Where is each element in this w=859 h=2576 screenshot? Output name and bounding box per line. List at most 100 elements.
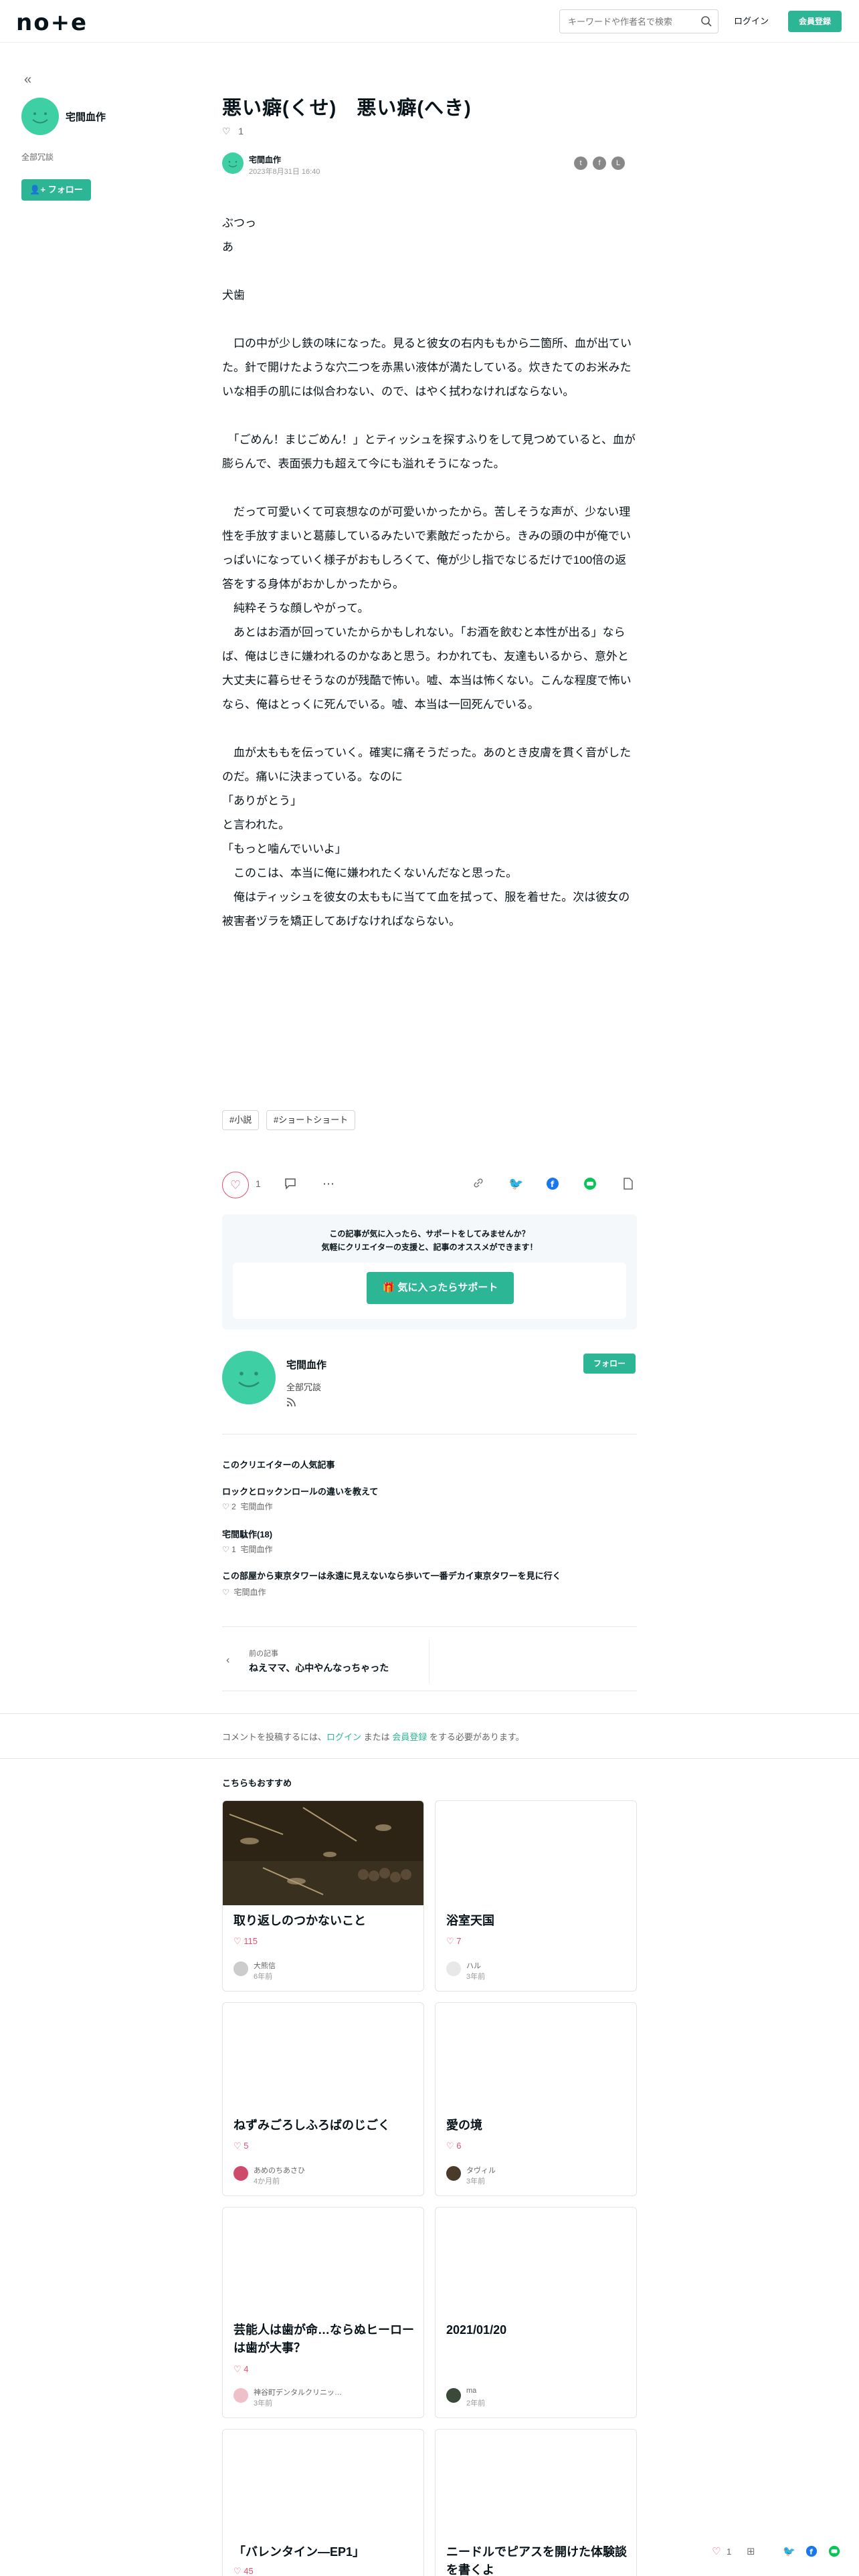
heart-icon: ♡ bbox=[222, 126, 231, 136]
card-likes: ♡ 115 bbox=[233, 1936, 258, 1947]
author-avatar[interactable] bbox=[222, 152, 244, 174]
card-thumbnail bbox=[223, 1801, 423, 1905]
article-author[interactable]: 宅間血作 bbox=[233, 1588, 266, 1597]
popular-article-title[interactable]: この部屋から東京タワーは永遠に見えないなら歩いて一番デカイ東京タワーを見に行く bbox=[222, 1569, 561, 1582]
card-author[interactable]: ハル bbox=[466, 1960, 481, 1971]
card-title: 「バレンタイン―EP1」 bbox=[233, 2545, 365, 2559]
card-author[interactable]: ma bbox=[466, 2387, 476, 2395]
heart-icon: ♡ bbox=[446, 1936, 454, 1946]
body-paragraph: あとはお酒が回っていたからかもしれない。「お酒を飲むと本性が出る」ならば、俺はじ… bbox=[222, 626, 632, 711]
like-count: 115 bbox=[244, 1936, 258, 1946]
article-author[interactable]: 宅間血作 bbox=[240, 1545, 272, 1554]
card-likes: ♡ 6 bbox=[446, 2141, 462, 2151]
article-author[interactable]: 宅間血作 bbox=[240, 1502, 272, 1511]
creator-avatar[interactable] bbox=[222, 1351, 276, 1404]
avatar[interactable] bbox=[21, 98, 59, 135]
collapse-sidebar-icon[interactable]: « bbox=[24, 72, 31, 88]
previous-title: ねえママ、心中やんなっちゃった bbox=[249, 1662, 389, 1673]
search-icon[interactable] bbox=[700, 15, 712, 29]
hashtag[interactable]: #小説 bbox=[222, 1110, 260, 1130]
body-paragraph bbox=[222, 259, 637, 284]
sidebar-follow-button[interactable]: 👤+ フォロー bbox=[21, 179, 91, 201]
recommend-card[interactable]: 取り返しのつかないこと ♡ 115 大熊信 6年前 bbox=[222, 1800, 424, 1992]
previous-article-link[interactable]: ‹ 前の記事 ねえママ、心中やんなっちゃった bbox=[222, 1640, 430, 1684]
heart-icon[interactable]: ♡ bbox=[712, 2545, 721, 2557]
sidebar-creator-name[interactable]: 宅間血作 bbox=[66, 110, 106, 124]
comment-login-link[interactable]: ログイン bbox=[326, 1732, 361, 1742]
card-likes: ♡ 4 bbox=[233, 2364, 249, 2375]
line-icon[interactable]: L bbox=[611, 156, 625, 170]
facebook-icon[interactable]: f bbox=[805, 2545, 818, 2560]
comment-icon[interactable] bbox=[284, 1177, 297, 1194]
line-icon[interactable] bbox=[828, 2545, 840, 2560]
creator-name[interactable]: 宅間血作 bbox=[286, 1358, 326, 1372]
comment-mid: または bbox=[361, 1732, 393, 1742]
like-count: 45 bbox=[244, 2566, 254, 2576]
svg-text:f: f bbox=[809, 2548, 813, 2557]
recommend-card[interactable]: 2021/01/20 ma 2年前 bbox=[435, 2207, 637, 2418]
card-author[interactable]: 大熊信 bbox=[254, 1960, 276, 1971]
popular-article-title[interactable]: ロックとロックンロールの違いを教えて bbox=[222, 1485, 378, 1497]
magazine-icon[interactable]: ⊞ bbox=[747, 2545, 755, 2557]
twitter-icon[interactable]: t bbox=[574, 156, 587, 170]
like-button[interactable]: ♡ bbox=[222, 1172, 249, 1198]
facebook-icon[interactable]: f bbox=[546, 1177, 559, 1194]
top-like-counter[interactable]: ♡ 1 bbox=[222, 126, 244, 137]
recommend-card[interactable]: 「バレンタイン―EP1」 ♡ 45 bbox=[222, 2429, 424, 2576]
card-date: 3年前 bbox=[466, 2177, 486, 2185]
facebook-icon[interactable]: f bbox=[593, 156, 606, 170]
sidebar-creator-bio: 全部冗談 bbox=[21, 152, 54, 162]
comment-pre: コメントを投稿するには、 bbox=[222, 1732, 327, 1742]
card-date: 6年前 bbox=[254, 1973, 273, 1981]
support-subtext: 気軽にクリエイターの支援と、記事のオススメができます！ bbox=[321, 1243, 538, 1252]
recommend-card[interactable]: ねずみごろしふろばのじごく ♡ 5 あめのちあさひ 4か月前 bbox=[222, 2002, 424, 2196]
search-input[interactable] bbox=[560, 10, 694, 33]
more-options-icon[interactable]: ⋯ bbox=[322, 1177, 335, 1191]
publish-date: 2023年8月31日 16:40 bbox=[249, 168, 320, 176]
search-box[interactable] bbox=[559, 9, 719, 33]
recommend-card[interactable]: 愛の境 ♡ 6 タヴィル 3年前 bbox=[435, 2002, 637, 2196]
popular-article-meta: ♡ 2 宅間血作 bbox=[222, 1501, 272, 1512]
card-author[interactable]: あめのちあさひ bbox=[254, 2165, 305, 2175]
like-count: 6 bbox=[456, 2141, 462, 2151]
like-count: 1 bbox=[238, 126, 244, 136]
support-text: この記事が気に入ったら、サポートをしてみませんか？ bbox=[329, 1229, 530, 1239]
signup-button[interactable]: 会員登録 bbox=[788, 11, 842, 32]
embed-icon[interactable] bbox=[622, 1177, 634, 1194]
recommend-card[interactable]: 浴室天国 ♡ 7 ハル 3年前 bbox=[435, 1800, 637, 1992]
body-paragraph: ぶつっ bbox=[222, 217, 256, 229]
line-icon[interactable] bbox=[583, 1177, 597, 1194]
heart-icon: ♡ bbox=[446, 2141, 454, 2151]
like-count: 5 bbox=[244, 2141, 249, 2151]
popular-article-title[interactable]: 宅間駄作(18) bbox=[222, 1527, 272, 1540]
card-likes: ♡ 45 bbox=[233, 2566, 254, 2576]
comment-signup-link[interactable]: 会員登録 bbox=[392, 1732, 427, 1742]
body-paragraph: 純粋そうな顔しやがって。 bbox=[222, 602, 369, 615]
card-author[interactable]: タヴィル bbox=[466, 2165, 496, 2175]
article-body: ぶつっ あ 犬歯 口の中が少し鉄の味になった。見ると彼女の右内ももから二箇所、血… bbox=[222, 211, 637, 934]
card-author[interactable]: 神谷町デンタルクリニッ… bbox=[254, 2387, 342, 2397]
comment-text: コメントを投稿するには、ログイン または 会員登録 をする必要があります。 bbox=[222, 1730, 524, 1743]
recommend-heading: こちらもおすすめ bbox=[222, 1778, 292, 1788]
twitter-icon[interactable]: 🐦 bbox=[508, 1177, 523, 1191]
link-icon[interactable] bbox=[472, 1177, 484, 1192]
heart-icon: ♡ bbox=[233, 2141, 242, 2151]
hashtag[interactable]: #ショートショート bbox=[266, 1110, 356, 1130]
login-button[interactable]: ログイン bbox=[723, 9, 780, 33]
card-likes: ♡ 7 bbox=[446, 1936, 462, 1947]
creator-follow-button[interactable]: フォロー bbox=[583, 1354, 636, 1374]
comment-post: をする必要があります。 bbox=[427, 1732, 524, 1742]
recommend-card[interactable]: 芸能人は歯が命…ならぬヒーローは歯が大事？ ♡ 4 神谷町デンタルクリニッ… 3… bbox=[222, 2207, 424, 2418]
support-button[interactable]: 🎁 気に入ったらサポート bbox=[367, 1272, 514, 1304]
card-title: 浴室天国 bbox=[446, 1914, 494, 1927]
rss-icon[interactable] bbox=[286, 1398, 296, 1409]
author-name[interactable]: 宅間血作 bbox=[249, 154, 281, 165]
twitter-icon[interactable]: 🐦 bbox=[783, 2545, 795, 2557]
card-date: 3年前 bbox=[254, 2399, 273, 2407]
card-date: 4か月前 bbox=[254, 2177, 280, 2185]
note-logo[interactable]: no+e bbox=[16, 9, 88, 36]
popular-article-meta: ♡ 宅間血作 bbox=[222, 1586, 266, 1598]
support-box: 🎁 気に入ったらサポート bbox=[233, 1263, 626, 1319]
recommend-card[interactable]: ニードルでピアスを開けた体験談を書くよ bbox=[435, 2429, 637, 2576]
card-likes: ♡ 5 bbox=[233, 2141, 249, 2151]
